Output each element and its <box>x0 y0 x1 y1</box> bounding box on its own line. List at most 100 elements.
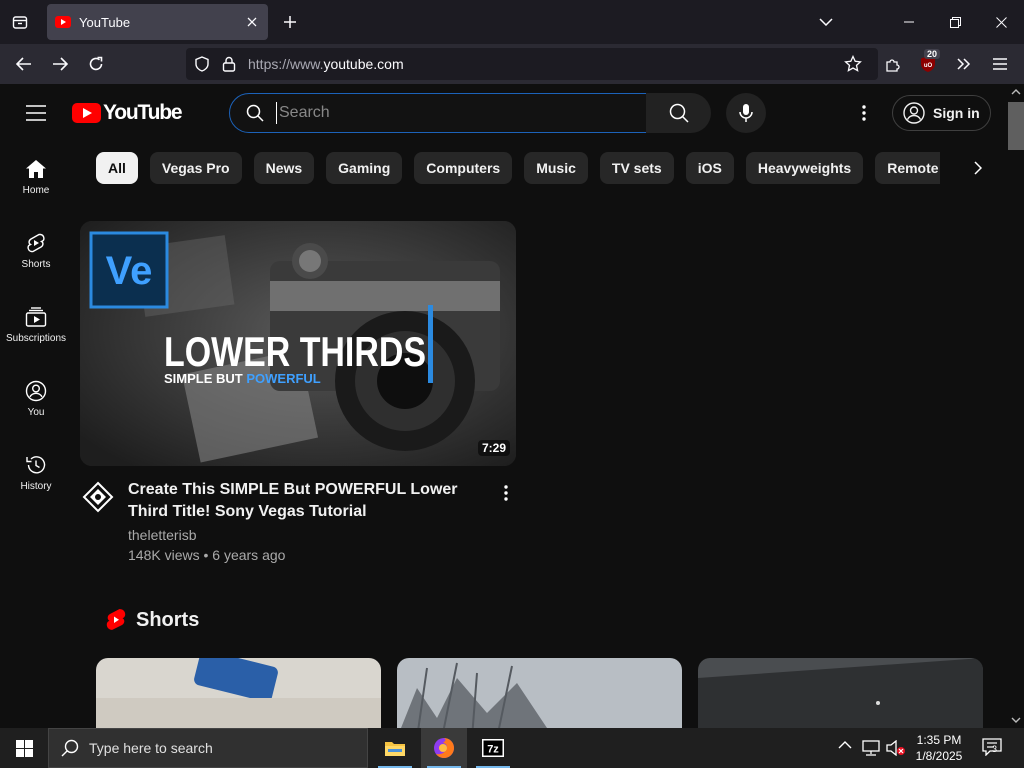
video-title[interactable]: Create This SIMPLE But POWERFUL Lower Th… <box>128 479 488 523</box>
forward-arrow-icon[interactable] <box>46 50 74 78</box>
page-scrollbar[interactable] <box>1008 84 1024 728</box>
file-explorer-icon[interactable] <box>372 728 418 768</box>
video-duration: 7:29 <box>477 440 510 456</box>
chip-gaming[interactable]: Gaming <box>326 152 403 184</box>
video-views-and-age: 148K views • 6 years ago <box>128 547 286 563</box>
lock-icon[interactable] <box>222 56 236 72</box>
search-input[interactable] <box>276 102 636 124</box>
subscriptions-icon <box>25 307 47 327</box>
clock-date: 1/8/2025 <box>915 749 963 763</box>
search-button[interactable] <box>646 93 711 133</box>
tracking-shield-icon[interactable] <box>194 56 210 72</box>
sidebar-item-shorts[interactable]: Shorts <box>0 216 72 286</box>
scroll-down-arrow-icon[interactable] <box>1008 714 1024 726</box>
url-prefix: https://www. <box>248 56 324 72</box>
sidebar-item-history[interactable]: History <box>0 438 72 508</box>
chips-next-chevron-icon[interactable] <box>958 151 998 185</box>
overflow-menu-chevrons-icon[interactable] <box>950 50 978 78</box>
browser-nav-bar: https://www.youtube.com uO 20 <box>0 44 1024 84</box>
more-options-icon[interactable] <box>850 97 878 129</box>
youtube-play-logo-icon <box>72 103 101 123</box>
short-thumbnail[interactable] <box>698 658 983 728</box>
short-thumbnail[interactable] <box>96 658 381 728</box>
reload-icon[interactable] <box>82 50 110 78</box>
search-box[interactable] <box>229 93 647 133</box>
close-window-button[interactable] <box>978 0 1024 44</box>
minimize-button[interactable] <box>886 0 932 44</box>
7zip-icon[interactable]: 7z <box>470 728 516 768</box>
chip-tv-sets[interactable]: TV sets <box>599 152 674 184</box>
system-clock[interactable]: 1:35 PM 1/8/2025 <box>912 732 966 764</box>
bookmark-star-icon[interactable] <box>844 55 862 73</box>
scrollbar-thumb[interactable] <box>1008 102 1024 150</box>
chip-ios[interactable]: iOS <box>685 152 734 184</box>
scroll-up-arrow-icon[interactable] <box>1008 86 1024 98</box>
video-more-options-icon[interactable] <box>496 481 516 505</box>
youtube-page: YouTube Sign in Home Shorts Subscription… <box>0 84 1024 728</box>
channel-name[interactable]: theletterisb <box>128 527 196 543</box>
browser-tab-youtube[interactable]: YouTube <box>47 4 268 40</box>
taskbar-search-box[interactable]: Type here to search <box>48 728 368 768</box>
youtube-logo[interactable]: YouTube <box>72 101 183 125</box>
channel-avatar[interactable] <box>80 479 116 515</box>
search-icon <box>246 104 264 122</box>
sign-in-button[interactable]: Sign in <box>892 95 991 131</box>
chip-all[interactable]: All <box>96 152 138 184</box>
home-icon <box>26 160 46 178</box>
search-icon <box>61 739 79 757</box>
hamburger-menu-icon[interactable] <box>986 50 1014 78</box>
extensions-puzzle-icon[interactable] <box>879 50 907 78</box>
thumbnail-subheading-b: POWERFUL <box>246 371 320 386</box>
new-tab-button[interactable] <box>276 8 304 36</box>
windows-taskbar: Type here to search 7z 1:35 PM 1/8/2025 … <box>0 728 1024 768</box>
filter-chips-bar: All Vegas Pro News Gaming Computers Music TV s… <box>96 152 940 186</box>
taskbar-search-placeholder: Type here to search <box>89 740 213 756</box>
firefox-taskbar-icon[interactable] <box>421 728 467 768</box>
youtube-logo-text: YouTube <box>103 101 183 124</box>
list-all-tabs-chevron-icon[interactable] <box>812 8 840 36</box>
voice-search-button[interactable] <box>726 93 766 133</box>
clock-time: 1:35 PM <box>916 733 962 747</box>
sidebar-item-you[interactable]: You <box>0 364 72 434</box>
shorts-shelf-header: Shorts <box>106 608 199 632</box>
guide-menu-icon[interactable] <box>20 97 52 129</box>
tab-title: YouTube <box>79 14 131 30</box>
sidebar-item-label: Shorts <box>21 259 51 270</box>
thumbnail-subheading: SIMPLE BUT POWERFUL <box>164 371 321 386</box>
shorts-logo-icon <box>106 609 126 630</box>
chip-vegas-pro[interactable]: Vegas Pro <box>149 152 242 184</box>
address-bar[interactable]: https://www.youtube.com <box>186 48 878 80</box>
chip-heavyweights[interactable]: Heavyweights <box>745 152 864 184</box>
back-arrow-icon[interactable] <box>10 50 38 78</box>
chip-remote-con[interactable]: Remote con <box>875 152 940 184</box>
chip-computers[interactable]: Computers <box>414 152 513 184</box>
sidebar-item-subscriptions[interactable]: Subscriptions <box>0 290 72 360</box>
url-text: https://www.youtube.com <box>248 56 404 72</box>
chip-news[interactable]: News <box>253 152 315 184</box>
sidebar-item-home[interactable]: Home <box>0 142 72 212</box>
chip-music[interactable]: Music <box>524 152 588 184</box>
camera-photo-image: Ve LOWER THIRDS SIMPLE BUT POWERFUL <box>80 221 516 466</box>
network-icon[interactable] <box>862 740 880 756</box>
firefox-view-icon[interactable] <box>6 8 34 36</box>
sidebar-item-label: You <box>27 407 45 418</box>
sign-in-label: Sign in <box>933 105 980 121</box>
show-hidden-icons-chevron-icon[interactable] <box>838 740 852 750</box>
shorts-icon <box>27 233 45 253</box>
thumbnail-heading: LOWER THIRDS <box>164 328 426 375</box>
sidebar-item-label: History <box>20 481 52 492</box>
account-circle-icon <box>903 102 925 124</box>
volume-muted-icon[interactable] <box>886 740 906 756</box>
video-card[interactable]: Ve LOWER THIRDS SIMPLE BUT POWERFUL 7:29… <box>80 221 516 563</box>
video-thumbnail[interactable]: Ve LOWER THIRDS SIMPLE BUT POWERFUL 7:29 <box>80 221 516 466</box>
short-thumbnail[interactable] <box>397 658 682 728</box>
youtube-favicon-icon <box>55 16 71 28</box>
tab-close-icon[interactable] <box>240 10 264 34</box>
thumbnail-ve-logo: Ve <box>106 249 153 293</box>
start-windows-icon[interactable] <box>0 728 48 768</box>
restore-button[interactable] <box>932 0 978 44</box>
sidebar-item-label: Subscriptions <box>5 333 67 344</box>
sidebar-item-label: Home <box>22 185 50 196</box>
thumbnail-subheading-a: SIMPLE BUT <box>164 371 246 386</box>
shorts-title: Shorts <box>136 608 200 631</box>
